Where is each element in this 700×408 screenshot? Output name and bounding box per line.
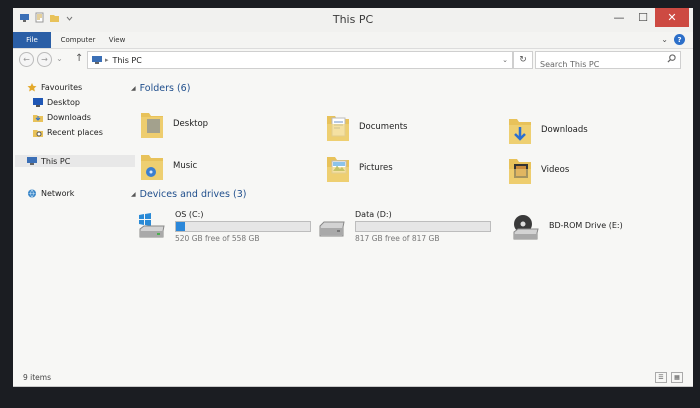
tab-file[interactable]: File xyxy=(13,32,51,48)
large-icons-view-icon[interactable]: ▦ xyxy=(671,372,683,383)
window-title: This PC xyxy=(332,13,374,26)
group-header-folders[interactable]: ◢ Folders (6) xyxy=(131,83,190,94)
content-pane: ◢ Folders (6) Desktop Documents Download… xyxy=(129,73,689,373)
maximize-button[interactable]: ☐ xyxy=(631,8,655,27)
nav-item-desktop[interactable]: Desktop xyxy=(33,96,80,108)
ribbon-tabs: File Computer View ⌄ ? xyxy=(13,32,693,49)
network-icon xyxy=(27,188,37,198)
nav-item-network[interactable]: Network xyxy=(27,187,74,199)
drive-info: OS (C:) 520 GB free of 558 GB xyxy=(175,210,311,243)
up-button[interactable]: ↑ xyxy=(75,53,83,64)
drive-usage-fill xyxy=(176,222,186,231)
folder-documents[interactable]: Documents xyxy=(325,110,407,144)
drive-free-space: 520 GB free of 558 GB xyxy=(175,234,260,243)
close-button[interactable]: ✕ xyxy=(655,8,689,27)
help-icon[interactable]: ? xyxy=(674,34,685,45)
folder-label: Music xyxy=(173,161,198,171)
breadcrumb-separator[interactable]: ▸ xyxy=(105,56,109,64)
computer-icon xyxy=(27,156,37,165)
drive-label: Data (D:) xyxy=(355,210,392,219)
nav-item-label: Favourites xyxy=(41,82,83,92)
downloads-folder-icon xyxy=(509,119,531,144)
drive-data-d[interactable]: Data (D:) 817 GB free of 817 GB xyxy=(317,210,491,243)
address-dropdown-icon[interactable]: ⌄ xyxy=(502,56,508,64)
nav-item-label: Desktop xyxy=(47,97,80,107)
refresh-button[interactable]: ↻ xyxy=(513,51,533,69)
breadcrumb-this-pc[interactable]: This PC xyxy=(113,56,142,65)
forward-button[interactable]: → xyxy=(37,52,52,67)
address-row: ← → ⌄ ↑ ▸ This PC ⌄ ↻ xyxy=(13,49,693,72)
recent-places-icon xyxy=(33,129,43,137)
details-view-icon[interactable]: ☰ xyxy=(655,372,667,383)
tab-view[interactable]: View xyxy=(103,32,131,48)
folder-desktop[interactable]: Desktop xyxy=(139,107,208,141)
folder-music[interactable]: Music xyxy=(139,149,197,183)
ribbon-controls: ⌄ ? xyxy=(661,34,685,45)
tab-computer[interactable]: Computer xyxy=(57,32,99,48)
window-controls: — ☐ ✕ xyxy=(607,8,689,27)
recent-locations-icon[interactable]: ⌄ xyxy=(55,52,64,65)
group-header-devices[interactable]: ◢ Devices and drives (3) xyxy=(131,189,246,200)
pictures-folder-icon xyxy=(327,157,349,182)
group-header-label: Folders (6) xyxy=(139,83,191,94)
nav-item-label: Downloads xyxy=(47,112,91,122)
nav-item-this-pc[interactable]: This PC xyxy=(15,155,135,167)
nav-item-downloads[interactable]: Downloads xyxy=(33,111,91,123)
desktop-folder-icon xyxy=(141,113,163,138)
nav-item-label: Recent places xyxy=(47,127,103,137)
collapse-triangle-icon[interactable]: ◢ xyxy=(131,191,136,198)
view-toggle: ☰ ▦ xyxy=(655,372,683,383)
folder-label: Downloads xyxy=(541,125,588,135)
desktop-icon xyxy=(33,97,43,107)
drive-label: BD-ROM Drive (E:) xyxy=(549,221,623,230)
back-button[interactable]: ← xyxy=(19,52,34,67)
folder-downloads[interactable]: Downloads xyxy=(507,113,588,147)
music-folder-icon xyxy=(141,155,163,180)
nav-item-label: Network xyxy=(41,188,75,198)
nav-item-recent-places[interactable]: Recent places xyxy=(33,126,103,138)
explorer-window: This PC — ☐ ✕ File Computer View ⌄ ? ← →… xyxy=(13,8,693,387)
nav-item-label: This PC xyxy=(41,156,71,166)
folder-pictures[interactable]: Pictures xyxy=(325,151,393,185)
drive-info: Data (D:) 817 GB free of 817 GB xyxy=(355,210,491,243)
downloads-icon xyxy=(33,114,43,122)
address-bar[interactable]: ▸ This PC ⌄ xyxy=(87,51,513,69)
search-box[interactable] xyxy=(535,51,681,72)
drive-bd-rom-e[interactable]: BD-ROM Drive (E:) xyxy=(511,211,623,242)
search-icon[interactable] xyxy=(667,54,676,63)
windows-drive-icon xyxy=(139,213,165,238)
nav-item-favourites[interactable]: Favourites xyxy=(27,81,82,93)
folder-label: Desktop xyxy=(173,119,209,129)
chevron-down-icon[interactable]: ⌄ xyxy=(661,35,668,44)
folder-label: Documents xyxy=(359,122,408,132)
star-icon xyxy=(27,82,37,91)
videos-folder-icon xyxy=(509,159,531,184)
collapse-triangle-icon[interactable]: ◢ xyxy=(131,85,136,92)
folder-label: Videos xyxy=(541,165,570,175)
documents-folder-icon xyxy=(327,116,349,141)
drive-os-c[interactable]: OS (C:) 520 GB free of 558 GB xyxy=(137,210,311,243)
navigation-pane: Favourites Desktop Downloads Recent plac… xyxy=(13,73,135,368)
search-input[interactable] xyxy=(536,57,664,72)
drive-free-space: 817 GB free of 817 GB xyxy=(355,234,440,243)
drive-label: OS (C:) xyxy=(175,210,204,219)
drive-usage-bar xyxy=(355,221,491,232)
drive-usage-bar xyxy=(175,221,311,232)
title-bar: This PC — ☐ ✕ xyxy=(13,8,693,32)
group-header-label: Devices and drives (3) xyxy=(139,189,247,200)
bd-rom-drive-icon xyxy=(513,215,539,240)
drive-info: BD-ROM Drive (E:) xyxy=(549,221,623,230)
folder-label: Pictures xyxy=(359,163,393,173)
minimize-button[interactable]: — xyxy=(607,8,631,27)
status-item-count: 9 items xyxy=(23,373,52,382)
hard-drive-icon xyxy=(319,221,345,237)
folder-videos[interactable]: Videos xyxy=(507,153,569,187)
computer-icon xyxy=(92,56,102,64)
